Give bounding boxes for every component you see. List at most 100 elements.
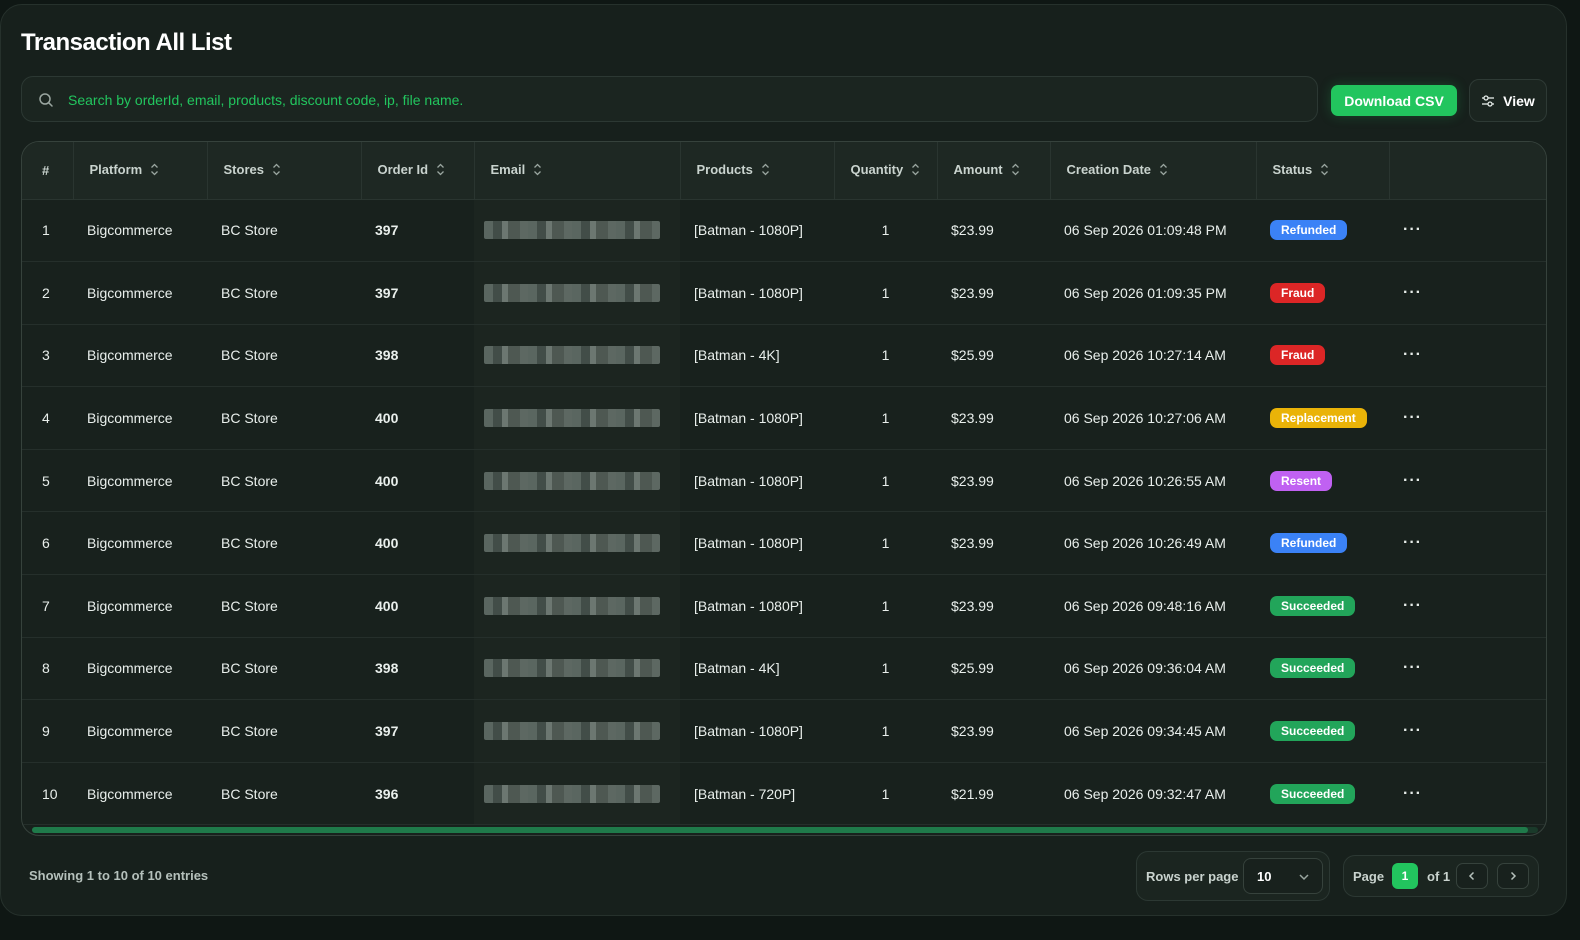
sort-icon[interactable] [436,163,445,179]
store-cell: BC Store [221,472,278,489]
more-actions-icon[interactable]: ··· [1403,409,1422,426]
actions-cell: ··· [1389,575,1546,638]
more-actions-icon[interactable]: ··· [1403,597,1422,614]
more-actions-icon[interactable]: ··· [1403,284,1422,301]
search-bar[interactable] [21,76,1318,123]
current-page-button[interactable]: 1 [1392,863,1418,889]
product-cell: [Batman - 1080P] [694,222,803,239]
table-row[interactable]: 3 Bigcommerce BC Store 398 [Batman - 4K] 1 $25… [22,324,1546,387]
horizontal-scrollbar[interactable] [32,827,1538,833]
redacted-email [484,534,660,553]
table-row[interactable]: 2 Bigcommerce BC Store 397 [Batman - 1080P] 1… [22,261,1546,325]
email-cell [474,637,680,700]
sort-icon[interactable] [761,163,770,179]
table-row[interactable]: 8 Bigcommerce BC Store 398 [Batman - 4K] 1 $25… [22,637,1546,700]
store-cell: BC Store [221,284,278,301]
product-cell: [Batman - 1080P] [694,410,803,427]
product-cell: [Batman - 720P] [694,785,796,802]
actions-cell: ··· [1389,262,1546,325]
more-actions-icon[interactable]: ··· [1403,659,1422,676]
order-id-cell: 397 [375,284,399,301]
search-input[interactable] [66,77,1300,123]
column-header-products[interactable]: Products [680,142,835,200]
download-csv-button[interactable]: Download CSV [1331,85,1457,116]
sliders-icon [1482,94,1495,107]
more-actions-icon[interactable]: ··· [1403,221,1422,238]
product-cell: [Batman - 1080P] [694,597,803,614]
order-id-cell: 397 [375,222,399,239]
redacted-email [484,409,660,428]
quantity-cell: 1 [881,284,890,301]
column-header-order-id[interactable]: Order Id [361,142,475,200]
sort-icon[interactable] [1011,163,1020,179]
order-id-cell: 400 [375,472,399,489]
row-number: 2 [42,284,50,301]
row-number: 1 [42,222,50,239]
store-cell: BC Store [221,723,278,740]
table-row[interactable]: 5 Bigcommerce BC Store 400 [Batman - 1080P] 1… [22,449,1546,512]
scrollbar-thumb[interactable] [32,827,1528,833]
creation-date-cell: 06 Sep 2026 09:36:04 AM [1064,660,1226,677]
more-actions-icon[interactable]: ··· [1403,722,1422,739]
status-badge: Resent [1270,470,1333,491]
store-cell: BC Store [221,410,278,427]
column-header-platform[interactable]: Platform [73,142,208,200]
creation-date-cell: 06 Sep 2026 10:27:06 AM [1064,410,1226,427]
sort-icon[interactable] [1320,163,1329,179]
table-row[interactable]: 4 Bigcommerce BC Store 400 [Batman - 1080P] 1… [22,386,1546,450]
prev-page-button[interactable] [1456,863,1488,889]
status-cell: Refunded [1256,199,1389,262]
actions-cell: ··· [1389,700,1546,763]
creation-date-cell: 06 Sep 2026 01:09:48 PM [1064,222,1227,239]
table-row[interactable]: 1 Bigcommerce BC Store 397 [Batman - 1080P] 1… [22,199,1546,262]
column-header-amount[interactable]: Amount [937,142,1051,200]
column-header-status[interactable]: Status [1256,142,1390,200]
quantity-cell: 1 [881,347,890,364]
table-row[interactable]: 6 Bigcommerce BC Store 400 [Batman - 1080P] 1… [22,511,1546,575]
rows-per-page-value: 10 [1257,869,1272,884]
page-label: Page [1353,869,1385,884]
table-row[interactable]: 9 Bigcommerce BC Store 397 [Batman - 1080P] 1… [22,699,1546,763]
rows-per-page-control: Rows per page 10 [1136,851,1330,901]
sort-icon[interactable] [911,163,920,179]
platform-cell: Bigcommerce [87,660,173,677]
row-number: 5 [42,472,50,489]
row-number: 6 [42,535,50,552]
creation-date-cell: 06 Sep 2026 10:27:14 AM [1064,347,1226,364]
view-button[interactable]: View [1469,79,1547,122]
next-page-button[interactable] [1497,863,1529,889]
store-cell: BC Store [221,785,278,802]
table-header-row: # Platform Stores Order Id Email Product… [22,142,1546,200]
view-button-label: View [1503,92,1535,109]
rows-per-page-select[interactable]: 10 [1243,858,1323,894]
column-header-email[interactable]: Email [474,142,681,200]
order-id-cell: 398 [375,660,399,677]
platform-cell: Bigcommerce [87,597,173,614]
creation-date-cell: 06 Sep 2026 09:32:47 AM [1064,785,1226,802]
more-actions-icon[interactable]: ··· [1403,785,1422,802]
creation-date-cell: 06 Sep 2026 09:34:45 AM [1064,723,1226,740]
quantity-cell: 1 [881,472,890,489]
sort-icon[interactable] [1159,163,1168,179]
column-header-quantity[interactable]: Quantity [834,142,938,200]
sort-icon[interactable] [272,163,281,179]
column-header-stores[interactable]: Stores [207,142,362,200]
row-number: 3 [42,347,50,364]
sort-icon[interactable] [533,163,542,179]
email-cell [474,449,680,512]
transactions-table: # Platform Stores Order Id Email Product… [21,141,1547,836]
redacted-email [484,221,660,240]
column-header-number: # [22,142,74,200]
column-header-creation-date[interactable]: Creation Date [1050,142,1257,200]
status-cell: Fraud [1256,324,1389,387]
status-badge: Succeeded [1270,595,1356,616]
more-actions-icon[interactable]: ··· [1403,534,1422,551]
creation-date-cell: 06 Sep 2026 09:48:16 AM [1064,597,1226,614]
sort-icon[interactable] [150,163,159,179]
email-cell [474,386,680,450]
table-row[interactable]: 10 Bigcommerce BC Store 396 [Batman - 720P] 1… [22,762,1546,825]
more-actions-icon[interactable]: ··· [1403,472,1422,489]
more-actions-icon[interactable]: ··· [1403,346,1422,363]
table-row[interactable]: 7 Bigcommerce BC Store 400 [Batman - 1080P] 1… [22,574,1546,638]
platform-cell: Bigcommerce [87,347,173,364]
